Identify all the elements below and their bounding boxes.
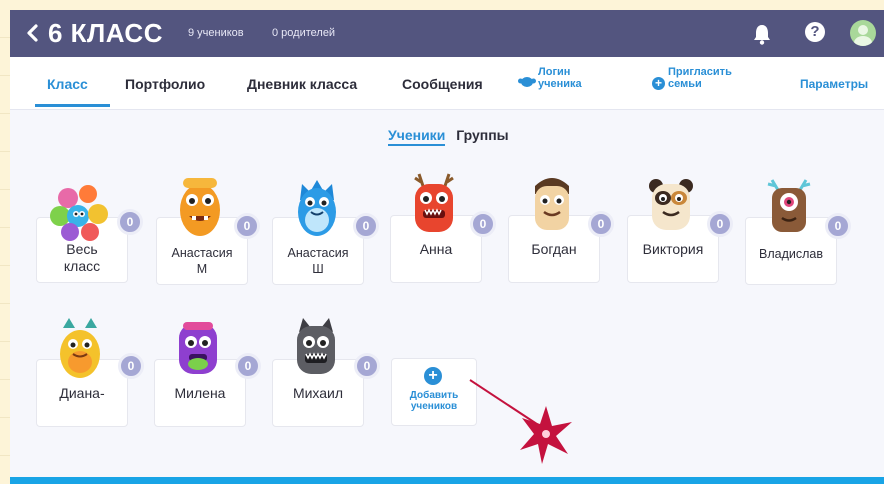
red-monster-avatar: [414, 173, 454, 232]
subtab-students[interactable]: Ученики: [388, 127, 446, 146]
bell-icon[interactable]: [751, 22, 773, 46]
tab-diary[interactable]: Дневник класса: [247, 76, 357, 92]
avatar[interactable]: [850, 20, 876, 46]
student-name: Диана-: [59, 385, 105, 401]
student-name: Милена: [174, 385, 226, 401]
gray-monster-avatar: [297, 318, 335, 374]
points-badge: 0: [354, 353, 380, 379]
panda-monster-avatar: [649, 179, 693, 230]
view-switcher: Ученики Группы: [388, 127, 509, 146]
points-badge: 0: [588, 211, 614, 237]
orange-monster-avatar: [180, 178, 220, 236]
points-badge: 0: [470, 211, 496, 237]
bottom-bar: [10, 477, 884, 484]
points-badge: 0: [707, 211, 733, 237]
class-title[interactable]: 6 КЛАСС: [48, 18, 163, 49]
help-icon[interactable]: ?: [805, 22, 825, 42]
classdojo-window: 6 КЛАСС 9 учеников 0 родителей ? Класс П…: [10, 10, 884, 484]
plus-circle-icon: +: [652, 77, 665, 90]
student-name: Богдан: [531, 241, 577, 257]
student-name-line2: класс: [63, 258, 101, 274]
points-badge: 0: [825, 213, 851, 239]
tab-messages[interactable]: Сообщения: [402, 76, 483, 92]
student-name-line2: М: [196, 262, 208, 276]
student-login-line1: Логин: [538, 66, 571, 78]
yellow-monster-avatar: [60, 318, 100, 378]
subtab-groups[interactable]: Группы: [456, 127, 508, 143]
top-bar: 6 КЛАСС 9 учеников 0 родителей ?: [10, 10, 884, 57]
student-name: Виктория: [642, 241, 704, 257]
tab-settings[interactable]: Параметры: [800, 77, 868, 91]
plus-icon: +: [424, 367, 442, 385]
monster-login-icon: [518, 77, 536, 87]
student-name: Анастасия: [287, 246, 349, 260]
active-tab-indicator: [35, 104, 110, 107]
student-login-label: Логин ученика: [538, 66, 582, 90]
chevron-left-icon[interactable]: [22, 21, 44, 45]
student-name: Владислав: [759, 247, 823, 261]
points-badge: 0: [353, 213, 379, 239]
whole-class-monsters-icon: [50, 185, 108, 241]
parents-count: 0 родителей: [272, 27, 336, 39]
student-name: Анастасия: [171, 246, 233, 260]
main-tabs: Класс Портфолио Дневник класса Сообщения…: [10, 57, 884, 110]
student-name: Анна: [419, 241, 453, 257]
cyclops-monster-avatar: [767, 179, 811, 232]
points-badge: 0: [234, 213, 260, 239]
blue-monster-avatar: [298, 180, 336, 236]
students-count: 9 учеников: [188, 27, 244, 39]
student-name-line2: Ш: [312, 262, 324, 276]
tab-class[interactable]: Класс: [47, 76, 88, 92]
student-name: Михаил: [292, 385, 344, 401]
invite-line2: семьи: [668, 78, 702, 90]
purple-monster-avatar: [179, 322, 217, 374]
points-badge: 0: [117, 209, 143, 235]
invite-families-label: Пригласить семьи: [668, 66, 732, 90]
tab-portfolio[interactable]: Портфолио: [125, 76, 205, 92]
pointer-highlight-icon: [469, 379, 572, 464]
invite-line1: Пригласить: [668, 66, 732, 78]
beige-monster-avatar: [535, 178, 569, 230]
points-badge: 0: [118, 353, 144, 379]
student-login-line2: ученика: [538, 78, 582, 90]
points-badge: 0: [235, 353, 261, 379]
